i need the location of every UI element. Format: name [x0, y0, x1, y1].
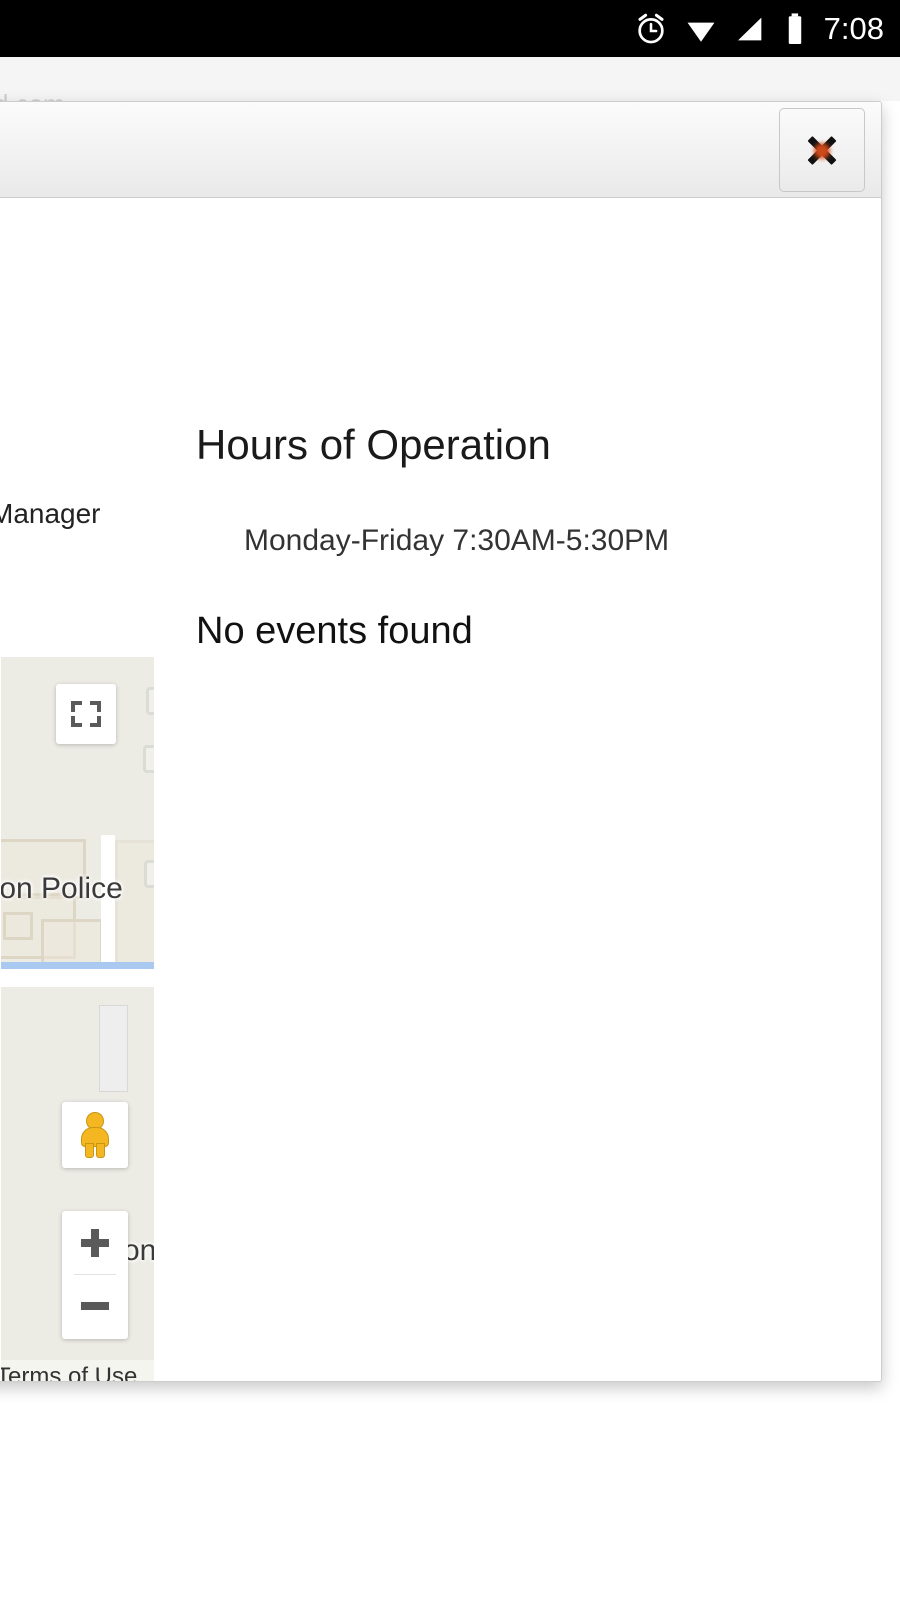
plus-icon: [81, 1228, 109, 1257]
map-building-shape: [3, 912, 33, 940]
map-poi-marker[interactable]: [146, 687, 154, 715]
wifi-icon: [687, 22, 715, 42]
fullscreen-icon: [71, 701, 101, 727]
dialog-header: [0, 102, 881, 198]
terms-of-use-link[interactable]: Terms of Use: [1, 1363, 137, 1381]
map-fullscreen-button[interactable]: [56, 684, 116, 744]
android-status-bar: 7:08: [0, 0, 900, 57]
map-poi-marker[interactable]: [143, 745, 154, 773]
map-place-label: ton Police: [1, 872, 123, 905]
zoom-out-button[interactable]: [62, 1274, 128, 1337]
map-widget-top[interactable]: ton Police: [1, 657, 154, 982]
street-view-slider-track[interactable]: [99, 1005, 128, 1092]
status-icons: [634, 12, 808, 46]
dialog-body: Hours of Operation Monday-Friday 7:30AM-…: [0, 198, 881, 1381]
street-view-pegman-icon: [79, 1112, 111, 1158]
map-road-bottom: [1, 969, 154, 982]
street-view-pegman-button[interactable]: [62, 1102, 128, 1168]
map-water-line: [1, 962, 154, 969]
map-terms-strip: Terms of Use: [1, 1360, 154, 1381]
map-zoom-control: [62, 1211, 128, 1339]
status-bar-clock: 7:08: [823, 11, 884, 46]
events-status-text: No events found: [196, 610, 473, 652]
map-poi-marker[interactable]: [144, 860, 154, 888]
manager-label: Manager: [0, 498, 101, 529]
map-widget-bottom[interactable]: on Terms of Use: [1, 987, 154, 1381]
modal-dialog: Hours of Operation Monday-Friday 7:30AM-…: [0, 101, 882, 1382]
cellular-signal-icon: [737, 17, 761, 40]
map-road: [101, 835, 115, 982]
battery-icon: [788, 12, 801, 44]
page-title: Hours of Operation: [196, 421, 551, 468]
close-dialog-button[interactable]: [779, 108, 865, 192]
browser-chrome: d.com: [0, 57, 900, 104]
alarm-clock-icon: [637, 13, 664, 43]
hours-of-operation-text: Monday-Friday 7:30AM-5:30PM: [244, 524, 670, 557]
minus-icon: [81, 1301, 109, 1310]
zoom-in-button[interactable]: [62, 1211, 128, 1274]
close-icon: [805, 133, 839, 167]
